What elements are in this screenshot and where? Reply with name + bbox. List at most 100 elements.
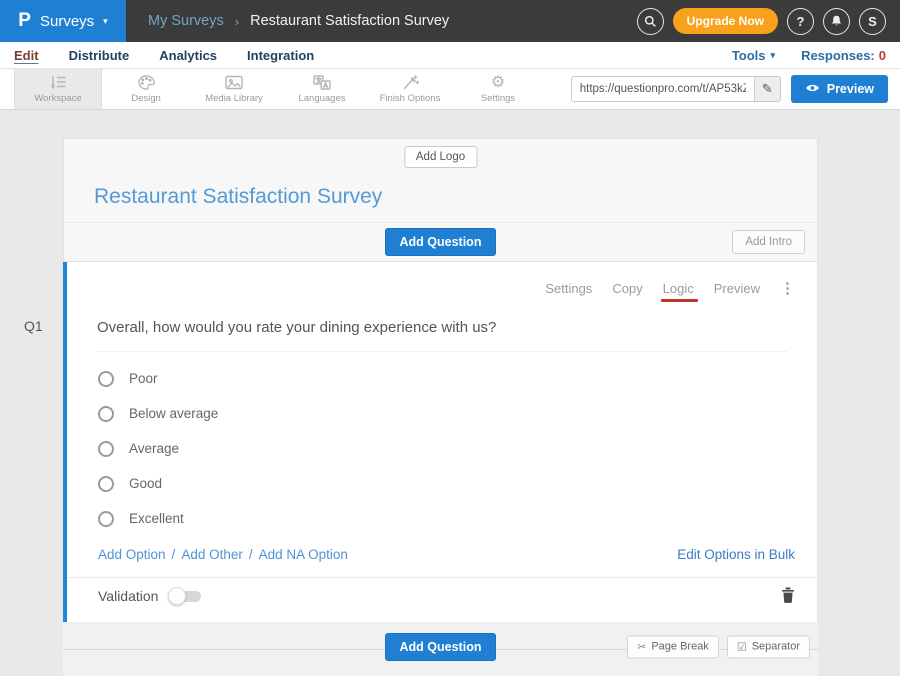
workspace-icon <box>49 74 67 91</box>
add-option-link[interactable]: Add Option <box>98 547 166 562</box>
add-other-link[interactable]: Add Other <box>181 547 243 562</box>
tab-integration[interactable]: Integration <box>247 48 314 63</box>
page-break-label: Page Break <box>651 641 708 653</box>
add-intro-button[interactable]: Add Intro <box>732 230 805 254</box>
tab-edit[interactable]: Edit <box>14 48 39 63</box>
separator-button[interactable]: ☑ Separator <box>727 635 810 658</box>
breadcrumb: My Surveys › Restaurant Satisfaction Sur… <box>148 13 449 29</box>
radio-button-icon[interactable] <box>98 371 114 387</box>
option-label: Poor <box>129 371 158 386</box>
breadcrumb-my-surveys[interactable]: My Surveys <box>148 13 224 29</box>
pencil-icon: ✎ <box>762 81 773 97</box>
survey-canvas: Add Logo Restaurant Satisfaction Survey … <box>63 138 818 676</box>
topbar-actions: Upgrade Now ? S <box>637 8 900 35</box>
survey-title[interactable]: Restaurant Satisfaction Survey <box>94 185 382 209</box>
toolbar-item-settings[interactable]: ⚙ Settings <box>454 69 542 109</box>
option-label: Below average <box>129 406 218 421</box>
toolbar-item-label: Media Library <box>205 93 263 104</box>
toolbar-item-label: Finish Options <box>380 93 441 104</box>
toolbar-item-languages[interactable]: Languages <box>278 69 366 109</box>
separator-label: Separator <box>752 641 800 653</box>
answer-options-list: Poor Below average Average Good Excellen… <box>67 361 817 536</box>
answer-option[interactable]: Excellent <box>67 501 817 536</box>
responses-count: 0 <box>879 48 886 63</box>
bell-icon <box>830 14 843 28</box>
validation-row: Validation <box>67 577 817 614</box>
toolbar-item-workspace[interactable]: Workspace <box>14 69 102 109</box>
answer-option[interactable]: Below average <box>67 396 817 431</box>
survey-url-input[interactable] <box>572 83 754 95</box>
question-settings-link[interactable]: Settings <box>545 281 592 296</box>
answer-option[interactable]: Poor <box>67 361 817 396</box>
notifications-button[interactable] <box>823 8 850 35</box>
option-label: Average <box>129 441 179 456</box>
delete-question-button[interactable] <box>781 587 795 606</box>
toolbar-item-media-library[interactable]: Media Library <box>190 69 278 109</box>
eye-icon <box>805 82 820 96</box>
search-button[interactable] <box>637 8 664 35</box>
questionpro-logo-icon: P <box>18 10 31 32</box>
breadcrumb-separator-icon: › <box>235 14 239 29</box>
page-break-separator-group: ✂ Page Break ☑ Separator <box>627 635 810 658</box>
surveys-product-menu[interactable]: P Surveys ▾ <box>0 0 126 42</box>
magic-wand-icon <box>402 74 419 91</box>
survey-header-section: Add Logo Restaurant Satisfaction Survey <box>63 138 818 222</box>
validation-label: Validation <box>98 588 158 604</box>
nav-tabs: Edit Distribute Analytics Integration <box>14 48 314 63</box>
toolbar-item-design[interactable]: Design <box>102 69 190 109</box>
add-na-option-link[interactable]: Add NA Option <box>259 547 348 562</box>
add-question-button-top[interactable]: Add Question <box>385 228 497 256</box>
edit-options-in-bulk-link[interactable]: Edit Options in Bulk <box>677 547 795 562</box>
help-button[interactable]: ? <box>787 8 814 35</box>
palette-icon <box>138 74 155 91</box>
toolbar-item-label: Workspace <box>34 93 81 104</box>
logic-label: Logic <box>663 281 694 296</box>
tab-distribute[interactable]: Distribute <box>69 48 130 63</box>
toolbar-item-finish-options[interactable]: Finish Options <box>366 69 454 109</box>
radio-button-icon[interactable] <box>98 476 114 492</box>
preview-button[interactable]: Preview <box>791 75 888 103</box>
radio-button-icon[interactable] <box>98 511 114 527</box>
image-icon <box>225 74 243 91</box>
breadcrumb-current-survey: Restaurant Satisfaction Survey <box>250 13 449 29</box>
question-logic-link[interactable]: Logic <box>663 281 694 296</box>
product-name: Surveys <box>40 13 94 30</box>
edit-url-button[interactable]: ✎ <box>754 76 780 102</box>
tools-label: Tools <box>732 48 766 63</box>
toolbar-right: ✎ Preview <box>571 69 900 109</box>
toggle-knob <box>168 587 186 605</box>
kebab-menu-icon[interactable]: ⋮ <box>780 279 795 297</box>
question-actions: Settings Copy Logic Preview ⋮ <box>67 262 817 297</box>
chevron-down-icon: ▾ <box>103 16 108 27</box>
page-break-button[interactable]: ✂ Page Break <box>627 635 719 658</box>
toolbar-item-label: Settings <box>481 93 515 104</box>
separator-box-icon: ☑ <box>737 640 747 653</box>
main-nav: Edit Distribute Analytics Integration To… <box>0 42 900 69</box>
toolbar-item-label: Languages <box>298 93 345 104</box>
add-logo-button[interactable]: Add Logo <box>404 146 477 168</box>
radio-button-icon[interactable] <box>98 406 114 422</box>
answer-option[interactable]: Average <box>67 431 817 466</box>
question-number-label: Q1 <box>24 318 43 334</box>
question-text[interactable]: Overall, how would you rate your dining … <box>97 319 787 352</box>
builder-toolbar: Workspace Design Media Library Languages… <box>0 69 900 110</box>
tab-analytics[interactable]: Analytics <box>159 48 217 63</box>
gear-icon: ⚙ <box>491 74 505 91</box>
responses-counter[interactable]: Responses: 0 <box>801 48 886 63</box>
add-question-button-bottom[interactable]: Add Question <box>385 633 497 661</box>
validation-toggle[interactable] <box>168 587 202 605</box>
question-preview-link[interactable]: Preview <box>714 281 760 296</box>
upgrade-now-button[interactable]: Upgrade Now <box>673 8 778 34</box>
question-copy-link[interactable]: Copy <box>612 281 642 296</box>
answer-option[interactable]: Good <box>67 466 817 501</box>
option-label: Excellent <box>129 511 184 526</box>
top-bar: P Surveys ▾ My Surveys › Restaurant Sati… <box>0 0 900 42</box>
link-separator: / <box>172 547 176 562</box>
option-links-row: Add Option / Add Other / Add NA Option E… <box>67 536 817 562</box>
question-mark-icon: ? <box>797 14 805 29</box>
add-question-bar-bottom: Add Question ✂ Page Break ☑ Separator <box>63 622 818 676</box>
user-avatar[interactable]: S <box>859 8 886 35</box>
responses-label: Responses: <box>801 48 875 63</box>
radio-button-icon[interactable] <box>98 441 114 457</box>
tools-menu[interactable]: Tools ▾ <box>732 48 775 63</box>
